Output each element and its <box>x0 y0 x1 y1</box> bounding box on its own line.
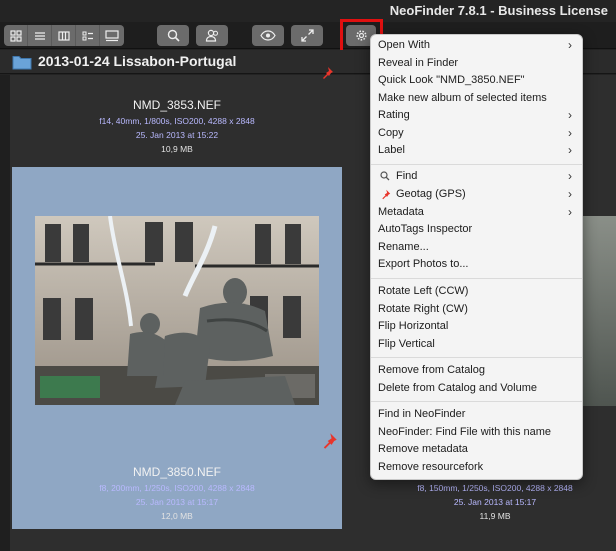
file-name: NMD_3853.NEF <box>132 98 222 112</box>
chevron-right-icon: › <box>568 205 572 219</box>
search-button[interactable] <box>157 25 189 46</box>
chevron-right-icon: › <box>568 143 572 157</box>
grid-view-icon[interactable] <box>4 25 28 46</box>
menu-separator <box>371 164 582 165</box>
search-icon <box>380 171 392 183</box>
chevron-right-icon: › <box>568 108 572 122</box>
photo-thumbnail-partial[interactable] <box>583 216 616 406</box>
title-bar: NeoFinder 7.8.1 - Business License <box>0 0 616 22</box>
menu-item-delete-from-catalog-and-volume[interactable]: Delete from Catalog and Volume <box>371 381 582 398</box>
column-view-icon[interactable] <box>52 25 76 46</box>
menu-item-rotate-right[interactable]: Rotate Right (CW) <box>371 302 582 319</box>
menu-item-metadata[interactable]: Metadata › <box>371 205 582 222</box>
view-mode-segmented-control <box>4 25 124 46</box>
menu-separator <box>371 401 582 402</box>
file-exif: f8, 200mm, 1/250s, ISO200, 4288 x 2848 <box>99 483 255 493</box>
file-size: 11,9 MB <box>479 511 511 521</box>
context-menu: Open With › Reveal in Finder Quick Look … <box>370 34 583 480</box>
photo-thumbnail[interactable] <box>35 216 319 405</box>
menu-separator <box>371 278 582 279</box>
menu-item-quick-look[interactable]: Quick Look "NMD_3850.NEF" <box>371 73 582 90</box>
menu-item-find-file-with-name[interactable]: NeoFinder: Find File with this name <box>371 425 582 442</box>
menu-item-rotate-left[interactable]: Rotate Left (CCW) <box>371 284 582 301</box>
file-exif: f14, 40mm, 1/800s, ISO200, 4288 x 2848 <box>99 116 255 126</box>
folder-icon <box>12 56 32 70</box>
file-size: 12,0 MB <box>161 511 193 521</box>
chevron-right-icon: › <box>568 126 572 140</box>
fullscreen-button[interactable] <box>291 25 323 46</box>
menu-item-make-album[interactable]: Make new album of selected items <box>371 91 582 108</box>
search-icon <box>167 29 180 42</box>
menu-item-autotags-inspector[interactable]: AutoTags Inspector <box>371 222 582 239</box>
menu-item-reveal-in-finder[interactable]: Reveal in Finder <box>371 56 582 73</box>
file-size: 10,9 MB <box>161 144 193 154</box>
file-date: 25. Jan 2013 at 15:22 <box>135 130 219 140</box>
menu-item-remove-metadata[interactable]: Remove metadata <box>371 442 582 459</box>
visibility-button[interactable] <box>252 25 284 46</box>
menu-item-remove-from-catalog[interactable]: Remove from Catalog <box>371 363 582 380</box>
preview-view-icon[interactable] <box>100 25 124 46</box>
people-button[interactable] <box>196 25 228 46</box>
pin-icon <box>323 67 333 79</box>
menu-item-flip-vertical[interactable]: Flip Vertical <box>371 337 582 354</box>
file-name: NMD_3850.NEF <box>132 465 222 479</box>
menu-item-remove-resourcefork[interactable]: Remove resourcefork <box>371 460 582 477</box>
menu-separator <box>371 357 582 358</box>
file-date: 25. Jan 2013 at 15:17 <box>135 497 219 507</box>
menu-item-rename[interactable]: Rename... <box>371 240 582 257</box>
menu-item-rating[interactable]: Rating › <box>371 108 582 125</box>
folder-title: 2013-01-24 Lissabon-Portugal <box>38 53 237 69</box>
menu-item-flip-horizontal[interactable]: Flip Horizontal <box>371 319 582 336</box>
file-exif: f8, 150mm, 1/250s, ISO200, 4288 x 2848 <box>417 483 573 493</box>
pin-icon <box>380 189 392 201</box>
people-icon <box>205 29 218 42</box>
list-view-icon[interactable] <box>28 25 52 46</box>
eye-icon <box>260 30 276 41</box>
menu-item-label[interactable]: Label › <box>371 143 582 160</box>
menu-item-open-with[interactable]: Open With › <box>371 38 582 55</box>
detail-list-icon[interactable] <box>76 25 100 46</box>
chevron-right-icon: › <box>568 187 572 201</box>
menu-item-find[interactable]: Find › <box>371 169 582 186</box>
menu-item-find-in-neofinder[interactable]: Find in NeoFinder <box>371 407 582 424</box>
app-title: NeoFinder 7.8.1 - Business License <box>389 3 608 18</box>
chevron-right-icon: › <box>568 38 572 52</box>
chevron-right-icon: › <box>568 169 572 183</box>
file-date: 25. Jan 2013 at 15:17 <box>453 497 537 507</box>
expand-icon <box>300 29 314 42</box>
menu-item-copy[interactable]: Copy › <box>371 126 582 143</box>
menu-item-export-photos[interactable]: Export Photos to... <box>371 257 582 274</box>
menu-item-geotag[interactable]: Geotag (GPS) › <box>371 187 582 204</box>
pin-icon <box>323 433 337 449</box>
left-gutter <box>0 75 10 551</box>
